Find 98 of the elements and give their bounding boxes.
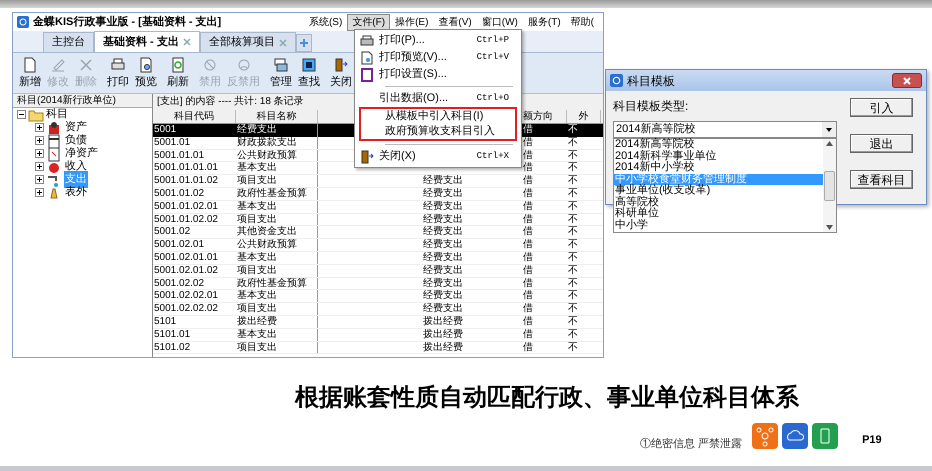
table-cell: 不 bbox=[568, 175, 578, 186]
table-cell: 经费支出 bbox=[423, 278, 463, 289]
table-cell: 经费支出 bbox=[423, 303, 463, 314]
page-number: P19 bbox=[862, 433, 882, 448]
table-cell: 借 bbox=[523, 303, 533, 314]
table-cell: 借 bbox=[523, 342, 533, 353]
table-cell: 不 bbox=[568, 290, 578, 302]
table-cell: 拨出经费 bbox=[423, 316, 463, 327]
table-cell: 借 bbox=[523, 316, 533, 327]
table-cell: 借 bbox=[523, 188, 533, 199]
table-cell: 拨出经费 bbox=[423, 342, 463, 353]
table-cell: 经费支出 bbox=[423, 175, 463, 186]
table-cell: 借 bbox=[523, 239, 533, 250]
table-cell: 项目支出 bbox=[237, 264, 277, 276]
table-cell: 经费支出 bbox=[423, 264, 463, 276]
table-cell: 5001.01.01.02 bbox=[154, 175, 218, 186]
table-cell: 不 bbox=[568, 328, 578, 340]
table-cell: 5001.02.01.01 bbox=[154, 252, 218, 263]
table-cell: 不 bbox=[568, 316, 578, 327]
field-label: 科目模板类型: bbox=[613, 98, 690, 115]
shortcut-label: Ctrl+V bbox=[476, 50, 510, 64]
table-cell: 借 bbox=[523, 124, 533, 135]
dialog-title: 科目模板 bbox=[627, 72, 675, 90]
table-cell: 财政拨款支出 bbox=[237, 136, 297, 148]
table-cell: 不 bbox=[568, 188, 578, 199]
table-cell: 不 bbox=[568, 226, 578, 238]
table-cell: 基本支出 bbox=[237, 200, 277, 212]
table-cell: 5001.01.02 bbox=[154, 188, 204, 199]
table-cell: 经费支出 bbox=[423, 214, 463, 225]
table-cell: 不 bbox=[568, 342, 578, 353]
table-cell: 5101.02 bbox=[154, 342, 190, 353]
table-cell: 借 bbox=[523, 290, 533, 302]
table-cell: 不 bbox=[568, 200, 578, 212]
table-cell: 5001.02.02.01 bbox=[154, 290, 218, 302]
table-cell: 基本支出 bbox=[237, 252, 277, 263]
table-cell: 借 bbox=[523, 328, 533, 340]
table-cell: 基本支出 bbox=[237, 162, 277, 174]
table-cell: 5001.02 bbox=[154, 226, 190, 238]
table-cell: 5001.01 bbox=[154, 136, 190, 148]
table-cell: 5001.01.02.02 bbox=[154, 214, 218, 225]
table-cell: 不 bbox=[568, 124, 578, 135]
table-cell: 5001 bbox=[154, 124, 176, 135]
shortcut-label: Ctrl+X bbox=[476, 150, 510, 163]
table-cell: 公共财政预算 bbox=[237, 239, 297, 250]
table-cell: 项目支出 bbox=[237, 214, 277, 225]
table-cell: 5001.01.02.01 bbox=[154, 200, 218, 212]
table-cell: 5001.02.01 bbox=[154, 239, 204, 250]
shortcut-label: Ctrl+P bbox=[476, 34, 510, 47]
table-cell: 不 bbox=[568, 264, 578, 276]
table-cell: 经费支出 bbox=[423, 226, 463, 238]
table-cell: 基本支出 bbox=[237, 290, 277, 302]
window-title: 金蝶KIS行政事业版 - [基础资料 - 支出] bbox=[33, 14, 222, 30]
table-cell: 不 bbox=[568, 239, 578, 250]
table-cell: 5001.02.01.02 bbox=[154, 264, 218, 276]
table-cell: 借 bbox=[523, 264, 533, 276]
table-cell: 借 bbox=[523, 278, 533, 289]
table-cell: 5101.01 bbox=[154, 328, 190, 340]
table-cell: 借 bbox=[523, 214, 533, 225]
table-cell: 不 bbox=[568, 214, 578, 225]
tab-label: 基础资料 - 支出 bbox=[103, 34, 179, 50]
table-cell: 5001.01.01.01 bbox=[154, 162, 218, 174]
table-cell: 公共财政预算 bbox=[237, 150, 297, 161]
table-cell: 借 bbox=[523, 162, 533, 174]
table-cell: 借 bbox=[523, 175, 533, 186]
table-cell: 经费支出 bbox=[423, 252, 463, 263]
table-cell: 借 bbox=[523, 136, 533, 148]
tab-label: 全部核算项目 bbox=[208, 34, 275, 50]
table-cell: 借 bbox=[523, 226, 533, 238]
table-cell: 借 bbox=[523, 252, 533, 263]
table-cell: 不 bbox=[568, 278, 578, 289]
table-cell: 借 bbox=[523, 150, 533, 161]
table-cell: 不 bbox=[568, 136, 578, 148]
table-cell: 其他资金支出 bbox=[237, 226, 297, 238]
table-cell: 项目支出 bbox=[237, 175, 277, 186]
table-cell: 不 bbox=[568, 303, 578, 314]
confidential-note: ①绝密信息 严禁泄露 bbox=[640, 436, 742, 452]
table-cell: 经费支出 bbox=[237, 124, 277, 135]
table-cell: 不 bbox=[568, 252, 578, 263]
table-cell: 项目支出 bbox=[237, 342, 277, 353]
table-cell: 5001.02.02 bbox=[154, 278, 204, 289]
table-cell: 拨出经费 bbox=[237, 316, 277, 327]
slide-heading: 根据账套性质自动匹配行政、事业单位科目体系 bbox=[295, 383, 799, 413]
table-cell: 拨出经费 bbox=[423, 328, 463, 340]
panel-header: 科目(2014新行政单位) bbox=[13, 94, 152, 108]
table-cell: 借 bbox=[523, 200, 533, 212]
table-cell: 经费支出 bbox=[423, 188, 463, 199]
table-cell: 5001.01.01 bbox=[154, 150, 204, 161]
table-cell: 经费支出 bbox=[423, 239, 463, 250]
table-cell: 经费支出 bbox=[423, 290, 463, 302]
table-cell: 不 bbox=[568, 162, 578, 174]
table-cell: 项目支出 bbox=[237, 303, 277, 314]
table-cell: 经费支出 bbox=[423, 200, 463, 212]
shortcut-label: Ctrl+O bbox=[476, 92, 510, 105]
table-cell: 5101 bbox=[154, 316, 176, 327]
table-cell: 基本支出 bbox=[237, 328, 277, 340]
tab-label: 主控台 bbox=[52, 34, 85, 50]
table-cell: 不 bbox=[568, 150, 578, 161]
table-cell: 5001.02.02.02 bbox=[154, 303, 218, 314]
